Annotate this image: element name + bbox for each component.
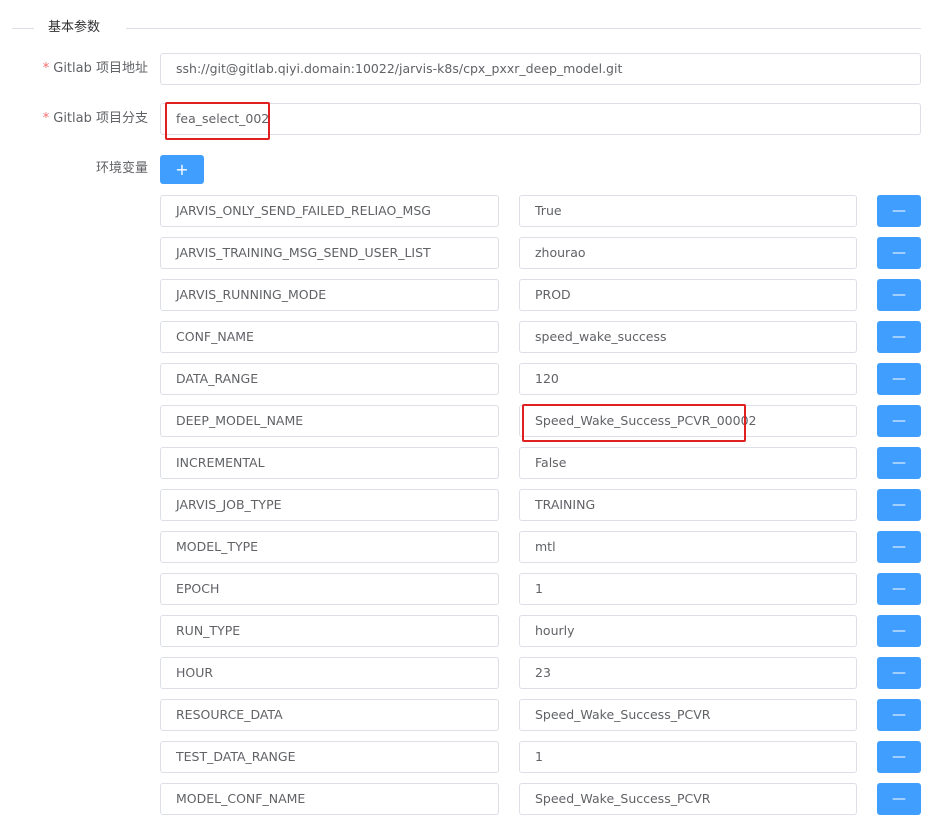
basic-params-section: 基本参数 * Gitlab 项目地址 ssh://git@gitlab.qiyi.… bbox=[0, 0, 933, 833]
env-var-value-input[interactable]: hourly bbox=[519, 615, 857, 647]
env-var-key-input[interactable]: CONF_NAME bbox=[160, 321, 499, 353]
section-divider-left bbox=[12, 28, 34, 29]
env-var-key-input[interactable]: JARVIS_TRAINING_MSG_SEND_USER_LIST bbox=[160, 237, 499, 269]
env-var-value-input[interactable]: True bbox=[519, 195, 857, 227]
remove-env-var-button[interactable]: — bbox=[877, 783, 921, 815]
remove-env-var-button[interactable]: — bbox=[877, 279, 921, 311]
env-var-value-input[interactable]: speed_wake_success bbox=[519, 321, 857, 353]
remove-env-var-button[interactable]: — bbox=[877, 237, 921, 269]
remove-env-var-button[interactable]: — bbox=[877, 195, 921, 227]
required-mark: * bbox=[42, 111, 50, 126]
env-var-key-input[interactable]: HOUR bbox=[160, 657, 499, 689]
gitlab-url-label-text: Gitlab 项目地址 bbox=[53, 61, 148, 76]
remove-env-var-button[interactable]: — bbox=[877, 699, 921, 731]
env-var-value-input[interactable]: TRAINING bbox=[519, 489, 857, 521]
remove-env-var-button[interactable]: — bbox=[877, 531, 921, 563]
remove-env-var-button[interactable]: — bbox=[877, 657, 921, 689]
env-var-key-input[interactable]: RESOURCE_DATA bbox=[160, 699, 499, 731]
required-mark: * bbox=[42, 61, 50, 76]
env-var-value-input[interactable]: 1 bbox=[519, 573, 857, 605]
env-var-key-input[interactable]: RUN_TYPE bbox=[160, 615, 499, 647]
remove-env-var-button[interactable]: — bbox=[877, 489, 921, 521]
env-var-key-input[interactable]: JARVIS_RUNNING_MODE bbox=[160, 279, 499, 311]
remove-env-var-button[interactable]: — bbox=[877, 447, 921, 479]
env-var-key-input[interactable]: EPOCH bbox=[160, 573, 499, 605]
env-var-value-input[interactable]: 1 bbox=[519, 741, 857, 773]
env-var-key-input[interactable]: INCREMENTAL bbox=[160, 447, 499, 479]
remove-env-var-button[interactable]: — bbox=[877, 363, 921, 395]
gitlab-branch-label: * Gitlab 项目分支 bbox=[43, 109, 148, 129]
section-title: 基本参数 bbox=[48, 18, 101, 38]
env-var-key-input[interactable]: MODEL_TYPE bbox=[160, 531, 499, 563]
section-divider-right bbox=[126, 28, 921, 29]
gitlab-branch-label-text: Gitlab 项目分支 bbox=[53, 111, 148, 126]
remove-env-var-button[interactable]: — bbox=[877, 741, 921, 773]
add-env-var-button[interactable]: + bbox=[160, 155, 204, 184]
gitlab-url-input[interactable]: ssh://git@gitlab.qiyi.domain:10022/jarvi… bbox=[160, 53, 921, 85]
env-vars-label: 环境变量 bbox=[95, 161, 148, 176]
remove-env-var-button[interactable]: — bbox=[877, 573, 921, 605]
env-var-value-input[interactable]: False bbox=[519, 447, 857, 479]
gitlab-branch-input[interactable]: fea_select_002 bbox=[160, 103, 921, 135]
env-var-key-input[interactable]: DEEP_MODEL_NAME bbox=[160, 405, 499, 437]
env-var-value-input[interactable]: Speed_Wake_Success_PCVR bbox=[519, 699, 857, 731]
env-var-value-input[interactable]: 23 bbox=[519, 657, 857, 689]
env-var-value-input[interactable]: Speed_Wake_Success_PCVR_00002 bbox=[519, 405, 857, 437]
env-var-value-input[interactable]: 120 bbox=[519, 363, 857, 395]
env-var-value-input[interactable]: Speed_Wake_Success_PCVR bbox=[519, 783, 857, 815]
gitlab-url-label: * Gitlab 项目地址 bbox=[43, 59, 148, 79]
env-var-value-input[interactable]: zhourao bbox=[519, 237, 857, 269]
env-var-value-input[interactable]: mtl bbox=[519, 531, 857, 563]
remove-env-var-button[interactable]: — bbox=[877, 615, 921, 647]
env-var-key-input[interactable]: JARVIS_ONLY_SEND_FAILED_RELIAO_MSG bbox=[160, 195, 499, 227]
env-var-key-input[interactable]: JARVIS_JOB_TYPE bbox=[160, 489, 499, 521]
remove-env-var-button[interactable]: — bbox=[877, 405, 921, 437]
env-var-key-input[interactable]: MODEL_CONF_NAME bbox=[160, 783, 499, 815]
env-var-key-input[interactable]: TEST_DATA_RANGE bbox=[160, 741, 499, 773]
remove-env-var-button[interactable]: — bbox=[877, 321, 921, 353]
env-var-value-input[interactable]: PROD bbox=[519, 279, 857, 311]
env-var-key-input[interactable]: DATA_RANGE bbox=[160, 363, 499, 395]
